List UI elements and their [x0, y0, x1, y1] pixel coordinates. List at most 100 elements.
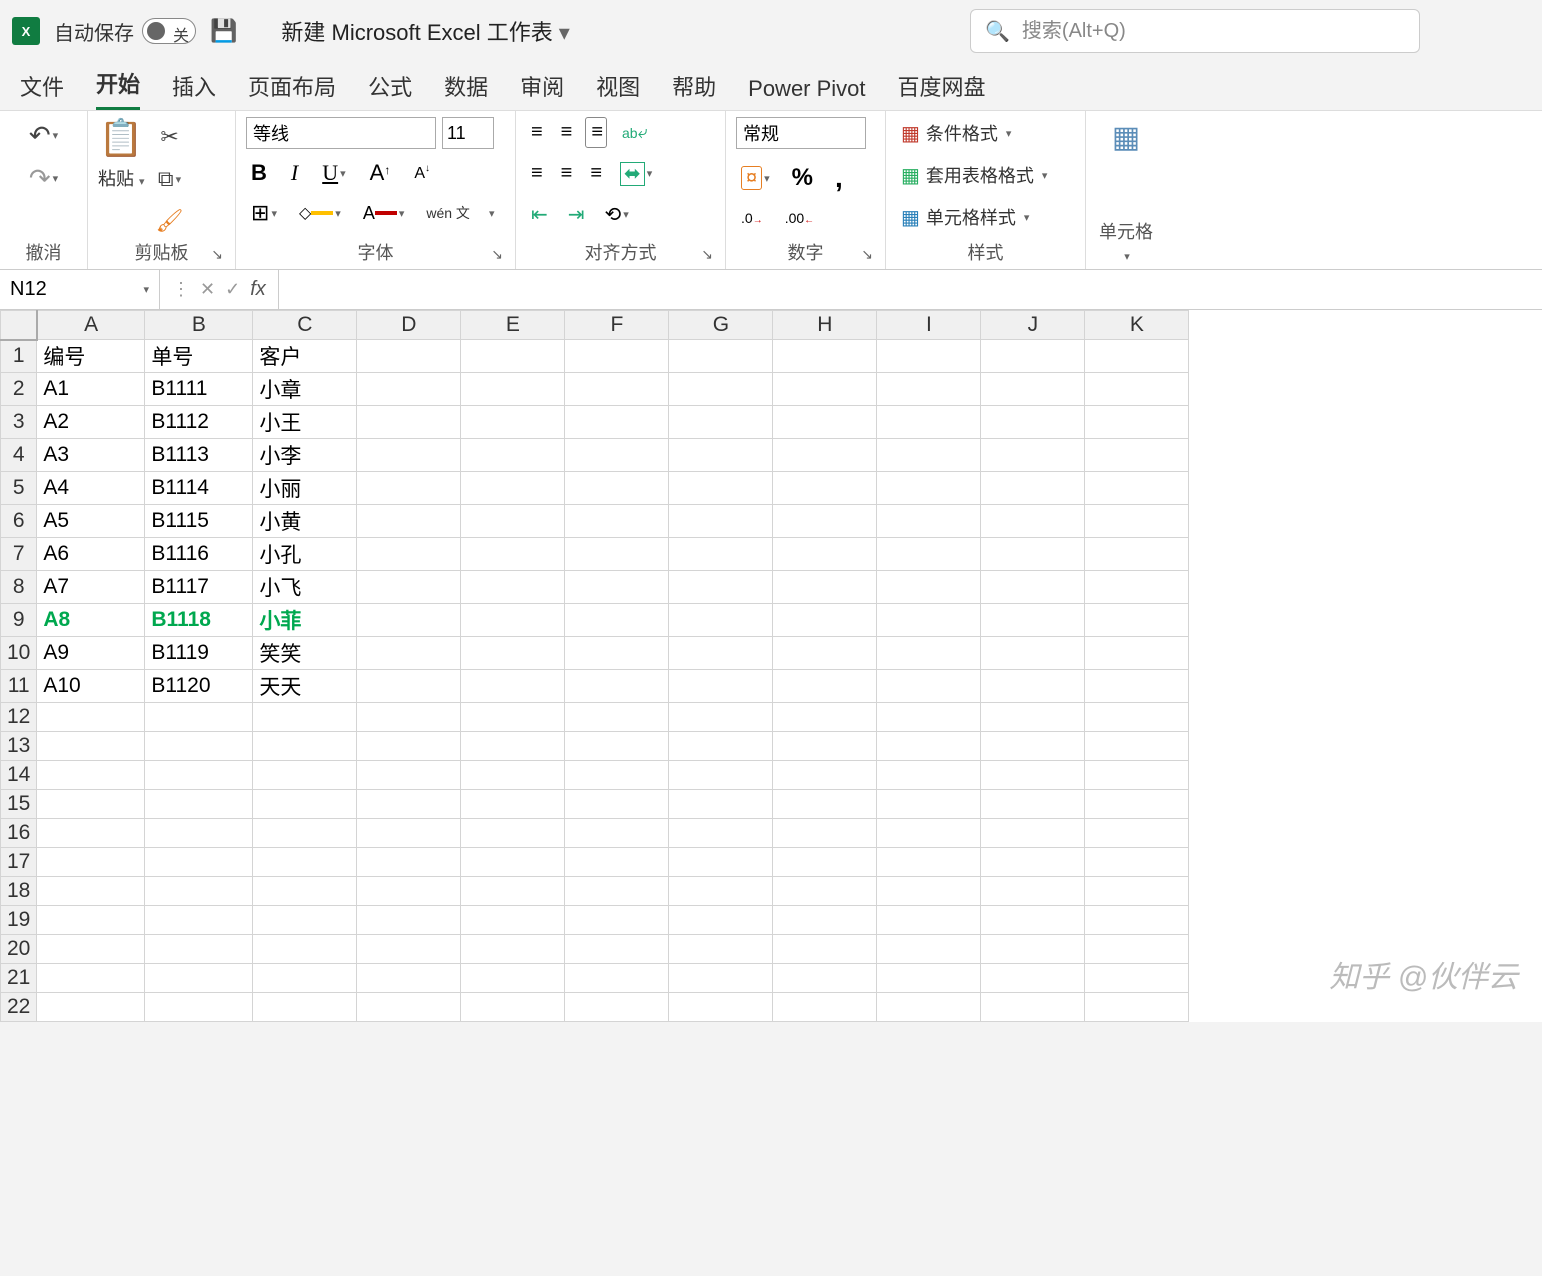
cell-J19[interactable] — [981, 906, 1085, 935]
cell-G4[interactable] — [669, 439, 773, 472]
cell-J2[interactable] — [981, 373, 1085, 406]
cell-K16[interactable] — [1085, 819, 1189, 848]
cell-K19[interactable] — [1085, 906, 1189, 935]
cell-C22[interactable] — [253, 993, 357, 1022]
cell-A21[interactable] — [37, 964, 145, 993]
cell-J1[interactable] — [981, 340, 1085, 373]
tab-帮助[interactable]: 帮助 — [672, 70, 716, 110]
column-header-I[interactable]: I — [877, 311, 981, 340]
save-icon[interactable]: 💾 — [210, 18, 237, 44]
cell-B4[interactable]: B1113 — [145, 439, 253, 472]
align-bottom-button[interactable]: ≡ — [585, 117, 607, 148]
cell-B18[interactable] — [145, 877, 253, 906]
cell-I3[interactable] — [877, 406, 981, 439]
cell-A13[interactable] — [37, 732, 145, 761]
cell-E5[interactable] — [461, 472, 565, 505]
row-header-7[interactable]: 7 — [1, 538, 37, 571]
conditional-format-button[interactable]: 条件格式▾ — [896, 117, 1016, 149]
row-header-2[interactable]: 2 — [1, 373, 37, 406]
cell-D18[interactable] — [357, 877, 461, 906]
row-header-8[interactable]: 8 — [1, 571, 37, 604]
cell-F15[interactable] — [565, 790, 669, 819]
cell-B10[interactable]: B1119 — [145, 637, 253, 670]
cell-I16[interactable] — [877, 819, 981, 848]
font-name-select[interactable] — [246, 117, 436, 149]
cell-E12[interactable] — [461, 703, 565, 732]
cell-K11[interactable] — [1085, 670, 1189, 703]
tab-Power Pivot[interactable]: Power Pivot — [748, 76, 865, 110]
cell-C1[interactable]: 客户 — [253, 340, 357, 373]
tab-插入[interactable]: 插入 — [172, 70, 216, 110]
cell-K3[interactable] — [1085, 406, 1189, 439]
cell-D6[interactable] — [357, 505, 461, 538]
cell-G10[interactable] — [669, 637, 773, 670]
cell-H21[interactable] — [773, 964, 877, 993]
cell-A10[interactable]: A9 — [37, 637, 145, 670]
cell-I21[interactable] — [877, 964, 981, 993]
cell-I2[interactable] — [877, 373, 981, 406]
cell-A14[interactable] — [37, 761, 145, 790]
cell-E10[interactable] — [461, 637, 565, 670]
cell-C18[interactable] — [253, 877, 357, 906]
column-header-A[interactable]: A — [37, 311, 145, 340]
cell-D15[interactable] — [357, 790, 461, 819]
cell-D7[interactable] — [357, 538, 461, 571]
decrease-indent-button[interactable] — [526, 199, 553, 230]
cell-H13[interactable] — [773, 732, 877, 761]
align-top-button[interactable]: ≡ — [526, 118, 546, 147]
cell-G21[interactable] — [669, 964, 773, 993]
format-as-table-button[interactable]: 套用表格格式▾ — [896, 159, 1052, 191]
cell-G7[interactable] — [669, 538, 773, 571]
cell-B17[interactable] — [145, 848, 253, 877]
cell-H20[interactable] — [773, 935, 877, 964]
shrink-font-button[interactable] — [409, 160, 435, 185]
cell-K12[interactable] — [1085, 703, 1189, 732]
column-header-B[interactable]: B — [145, 311, 253, 340]
search-box[interactable]: 🔍 — [970, 9, 1420, 53]
row-header-14[interactable]: 14 — [1, 761, 37, 790]
cell-C8[interactable]: 小飞 — [253, 571, 357, 604]
row-header-5[interactable]: 5 — [1, 472, 37, 505]
cell-E3[interactable] — [461, 406, 565, 439]
column-header-C[interactable]: C — [253, 311, 357, 340]
cell-B8[interactable]: B1117 — [145, 571, 253, 604]
cell-A5[interactable]: A4 — [37, 472, 145, 505]
accounting-button[interactable]: ▾ — [736, 164, 775, 193]
cell-F7[interactable] — [565, 538, 669, 571]
cell-C13[interactable] — [253, 732, 357, 761]
cell-D17[interactable] — [357, 848, 461, 877]
cell-D2[interactable] — [357, 373, 461, 406]
cell-J10[interactable] — [981, 637, 1085, 670]
cell-C12[interactable] — [253, 703, 357, 732]
cell-I10[interactable] — [877, 637, 981, 670]
cell-K4[interactable] — [1085, 439, 1189, 472]
cell-H8[interactable] — [773, 571, 877, 604]
cell-B22[interactable] — [145, 993, 253, 1022]
cell-A4[interactable]: A3 — [37, 439, 145, 472]
cell-E22[interactable] — [461, 993, 565, 1022]
row-header-12[interactable]: 12 — [1, 703, 37, 732]
cell-H6[interactable] — [773, 505, 877, 538]
tab-公式[interactable]: 公式 — [368, 70, 412, 110]
cell-E17[interactable] — [461, 848, 565, 877]
comma-button[interactable] — [830, 159, 848, 197]
tab-页面布局[interactable]: 页面布局 — [248, 70, 336, 110]
cell-E13[interactable] — [461, 732, 565, 761]
cell-C20[interactable] — [253, 935, 357, 964]
column-header-D[interactable]: D — [357, 311, 461, 340]
increase-decimal-button[interactable] — [736, 207, 768, 231]
cell-A17[interactable] — [37, 848, 145, 877]
cell-D4[interactable] — [357, 439, 461, 472]
cell-G9[interactable] — [669, 604, 773, 637]
cell-A3[interactable]: A2 — [37, 406, 145, 439]
cell-B9[interactable]: B1118 — [145, 604, 253, 637]
cell-D20[interactable] — [357, 935, 461, 964]
cell-J5[interactable] — [981, 472, 1085, 505]
cell-B12[interactable] — [145, 703, 253, 732]
cell-A15[interactable] — [37, 790, 145, 819]
cell-F3[interactable] — [565, 406, 669, 439]
cell-E18[interactable] — [461, 877, 565, 906]
row-header-9[interactable]: 9 — [1, 604, 37, 637]
increase-indent-button[interactable] — [563, 199, 590, 230]
copy-button[interactable]: ▾ — [153, 163, 186, 195]
